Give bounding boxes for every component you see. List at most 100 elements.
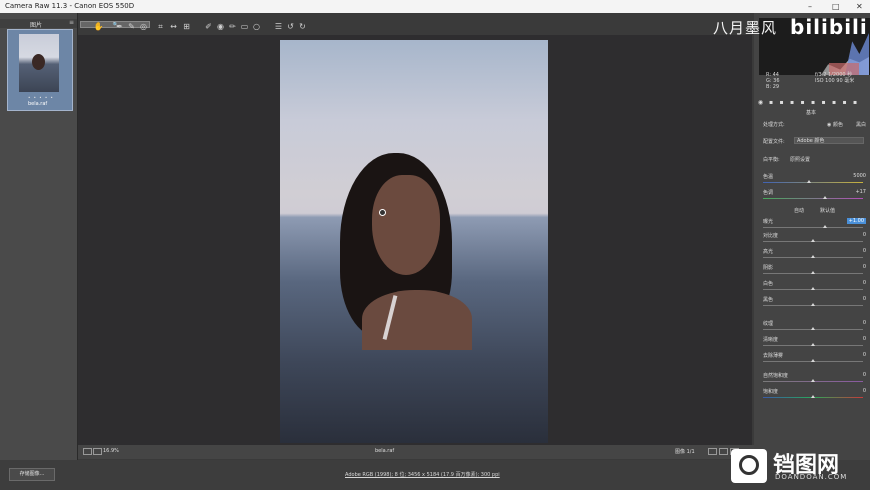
hand-icon[interactable]: ✋ bbox=[93, 21, 104, 32]
close-button[interactable]: ✕ bbox=[856, 0, 863, 13]
targeted-adjustment-icon[interactable]: ◎ bbox=[138, 21, 149, 32]
preview-filename: bela.raf bbox=[375, 448, 395, 454]
detail-tab-icon[interactable]: ▪ bbox=[778, 99, 785, 106]
presets-tab-icon[interactable]: ▪ bbox=[841, 99, 848, 106]
zoom-in-button[interactable] bbox=[93, 448, 102, 455]
view-mode-button[interactable] bbox=[708, 448, 717, 455]
slider-value[interactable]: 0 bbox=[863, 248, 866, 254]
slider-value[interactable]: 0 bbox=[863, 296, 866, 302]
profile-select[interactable]: Adobe 颜色 bbox=[794, 137, 864, 144]
slider-label: 自然饱和度 bbox=[763, 373, 789, 379]
white-balance-icon[interactable]: ✒ bbox=[114, 21, 125, 32]
slider-knob[interactable] bbox=[811, 359, 815, 362]
slider-label: 对比度 bbox=[763, 233, 779, 239]
white-balance-select[interactable]: 原照设置 bbox=[790, 156, 810, 163]
slider-value[interactable]: 0 bbox=[863, 372, 866, 378]
slider-label: 黑色 bbox=[763, 297, 774, 303]
slider-knob[interactable] bbox=[811, 343, 815, 346]
preview-canvas[interactable] bbox=[78, 35, 752, 445]
slider-knob[interactable] bbox=[811, 255, 815, 258]
camera-info: f/3.2 1/2000 秒 ISO 100 90 毫米 bbox=[815, 72, 855, 84]
slider-knob[interactable] bbox=[811, 239, 815, 242]
watermark-author: 八月墨风 bbox=[713, 19, 778, 37]
adjustment-slider[interactable] bbox=[763, 379, 863, 382]
rotate-ccw-icon[interactable]: ↺ bbox=[285, 21, 296, 32]
treatment-bw-radio[interactable]: 黑白 bbox=[856, 121, 866, 128]
tone-curve-tab-icon[interactable]: ▪ bbox=[768, 99, 775, 106]
adjustment-brush-icon[interactable]: ✏ bbox=[227, 21, 238, 32]
slider-value[interactable]: +17 bbox=[855, 189, 866, 195]
preview-image[interactable] bbox=[280, 40, 548, 443]
radial-filter-icon[interactable]: ○ bbox=[251, 21, 262, 32]
slider-knob[interactable] bbox=[811, 327, 815, 330]
default-button[interactable]: 默认值 bbox=[820, 207, 835, 214]
calibration-tab-icon[interactable]: ▪ bbox=[831, 99, 838, 106]
slider-knob[interactable] bbox=[811, 287, 815, 290]
slider-value[interactable]: 0 bbox=[863, 232, 866, 238]
watermark-bilibili: bilibili bbox=[790, 15, 868, 39]
adjustment-slider[interactable] bbox=[763, 395, 863, 398]
adjustment-slider[interactable] bbox=[763, 359, 863, 362]
rgb-readout: R: 44 G: 36 B: 29 bbox=[766, 72, 780, 90]
slider-knob[interactable] bbox=[807, 180, 811, 183]
slider-knob[interactable] bbox=[811, 379, 815, 382]
filmstrip-panel: 图片 ≡ • • • • • bela.raf bbox=[0, 13, 78, 463]
basic-tab-icon[interactable]: ◉ bbox=[757, 99, 764, 106]
adjustment-slider[interactable] bbox=[763, 196, 863, 199]
snapshots-tab-icon[interactable]: ▪ bbox=[852, 99, 859, 106]
slider-value[interactable]: 0 bbox=[863, 388, 866, 394]
lens-tab-icon[interactable]: ▪ bbox=[810, 99, 817, 106]
slider-label: 高光 bbox=[763, 249, 774, 255]
slider-value[interactable]: 0 bbox=[863, 336, 866, 342]
rating-stars[interactable]: • • • • • bbox=[28, 95, 54, 100]
split-toning-tab-icon[interactable]: ▪ bbox=[799, 99, 806, 106]
zoom-out-button[interactable] bbox=[83, 448, 92, 455]
slider-label: 去除薄雾 bbox=[763, 353, 784, 359]
slider-label: 纹理 bbox=[763, 321, 774, 327]
slider-value[interactable]: 0 bbox=[863, 320, 866, 326]
straighten-icon[interactable]: ↔ bbox=[168, 21, 179, 32]
color-sampler-icon[interactable]: ✎ bbox=[126, 21, 137, 32]
slider-value[interactable]: 0 bbox=[863, 352, 866, 358]
zoom-level[interactable]: 16.9% bbox=[103, 448, 119, 454]
adjustment-slider[interactable] bbox=[763, 287, 863, 290]
spot-removal-icon[interactable]: ✐ bbox=[203, 21, 214, 32]
adjustment-slider[interactable] bbox=[763, 303, 863, 306]
workflow-options-link[interactable]: Adobe RGB (1998); 8 位; 3456 x 5184 (17.9… bbox=[345, 471, 500, 478]
treatment-color-radio[interactable]: ◉ 颜色 bbox=[827, 121, 843, 128]
maximize-button[interactable]: □ bbox=[832, 0, 840, 13]
transform-icon[interactable]: ⊞ bbox=[181, 21, 192, 32]
before-after-button[interactable] bbox=[719, 448, 728, 455]
slider-knob[interactable] bbox=[811, 303, 815, 306]
slider-value[interactable]: +1.00 bbox=[846, 218, 866, 224]
slider-knob[interactable] bbox=[823, 225, 827, 228]
red-eye-icon[interactable]: ◉ bbox=[215, 21, 226, 32]
hsl-tab-icon[interactable]: ▪ bbox=[789, 99, 796, 106]
slider-knob[interactable] bbox=[811, 395, 815, 398]
effects-tab-icon[interactable]: ▪ bbox=[820, 99, 827, 106]
slider-knob[interactable] bbox=[823, 196, 827, 199]
save-image-button[interactable]: 存储图像... bbox=[9, 468, 55, 481]
image-counter: 图像 1/1 bbox=[675, 449, 695, 455]
thumbnail-item[interactable]: • • • • • bela.raf bbox=[7, 29, 73, 111]
adjustment-slider[interactable] bbox=[763, 255, 863, 258]
white-balance-label: 白平衡: bbox=[763, 157, 780, 163]
slider-knob[interactable] bbox=[811, 271, 815, 274]
adjustment-slider[interactable] bbox=[763, 180, 863, 183]
slider-value[interactable]: 0 bbox=[863, 264, 866, 270]
adjustment-slider[interactable] bbox=[763, 271, 863, 274]
open-preferences-icon[interactable]: ☰ bbox=[273, 21, 284, 32]
filmstrip-menu-icon[interactable]: ≡ bbox=[69, 19, 74, 26]
adjustment-slider[interactable] bbox=[763, 327, 863, 330]
rotate-cw-icon[interactable]: ↻ bbox=[297, 21, 308, 32]
graduated-filter-icon[interactable]: ▭ bbox=[239, 21, 250, 32]
auto-button[interactable]: 自动 bbox=[794, 207, 804, 214]
slider-value[interactable]: 5000 bbox=[853, 173, 866, 179]
minimize-button[interactable]: – bbox=[808, 0, 812, 13]
adjustment-slider[interactable] bbox=[763, 343, 863, 346]
adjustment-slider[interactable] bbox=[763, 239, 863, 242]
adjustment-slider[interactable] bbox=[763, 225, 863, 228]
crop-icon[interactable]: ⌗ bbox=[155, 21, 166, 32]
filmstrip-title: 图片 bbox=[30, 22, 43, 29]
slider-value[interactable]: 0 bbox=[863, 280, 866, 286]
